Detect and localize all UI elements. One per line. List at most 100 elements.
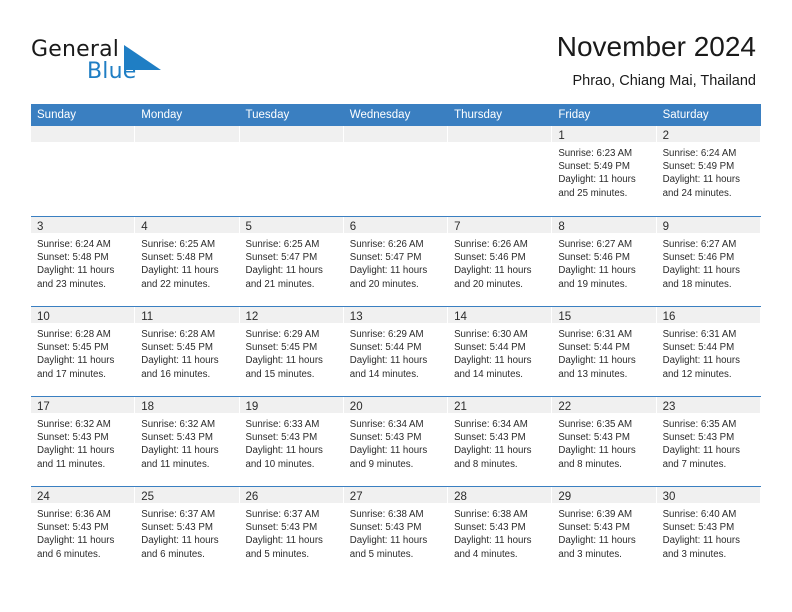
- day-details: Sunrise: 6:28 AM Sunset: 5:45 PM Daylight:…: [135, 323, 239, 381]
- sunrise-text: Sunrise: 6:25 AM: [245, 239, 320, 250]
- daylight-text: Daylight: 11 hours: [662, 535, 740, 547]
- brand-logo[interactable]: General Blue: [31, 37, 201, 87]
- day-cell[interactable]: 9 Sunrise: 6:27 AM Sunset: 5:46 PM Daylight…: [656, 217, 761, 306]
- daylight-text: and 13 minutes.: [558, 368, 628, 380]
- day-cell[interactable]: 27 Sunrise: 6:38 AM Sunset: 5:43 PM Dayligh…: [343, 487, 449, 576]
- day-cell[interactable]: 16 Sunrise: 6:31 AM Sunset: 5:44 PM Dayligh…: [656, 307, 761, 396]
- sunrise-text: Sunrise: 6:34 AM: [454, 419, 528, 430]
- day-cell[interactable]: 12 Sunrise: 6:29 AM Sunset: 5:45 PM Dayligh…: [239, 307, 344, 396]
- sunrise-text: Sunrise: 6:24 AM: [662, 148, 737, 159]
- day-number: 15: [558, 311, 572, 323]
- day-number: 2: [662, 130, 669, 142]
- day-cell[interactable]: 10 Sunrise: 6:28 AM Sunset: 5:45 PM Dayligh…: [31, 307, 136, 396]
- day-number-band: 5: [239, 217, 344, 233]
- sunrise-text: Sunrise: 6:26 AM: [454, 239, 528, 250]
- day-details: Sunrise: 6:38 AM Sunset: 5:43 PM Daylight:…: [344, 503, 448, 561]
- week-cells: 24 Sunrise: 6:36 AM Sunset: 5:43 PM Dayligh…: [31, 487, 761, 576]
- day-cell[interactable]: 29 Sunrise: 6:39 AM Sunset: 5:43 PM Dayligh…: [552, 487, 657, 576]
- day-number-band: [31, 126, 136, 142]
- sunrise-text: Sunrise: 6:32 AM: [37, 419, 111, 430]
- daylight-text: Daylight: 11 hours: [349, 445, 428, 457]
- weekday-header-monday: Monday: [141, 109, 183, 121]
- day-cell[interactable]: 28 Sunrise: 6:38 AM Sunset: 5:43 PM Dayligh…: [448, 487, 553, 576]
- sunrise-text: Sunrise: 6:35 AM: [662, 419, 737, 430]
- daylight-text: Daylight: 11 hours: [349, 355, 428, 367]
- day-cell[interactable]: 1 Sunrise: 6:23 AM Sunset: 5:49 PM Daylight…: [552, 126, 657, 215]
- sunset-text: Sunset: 5:43 PM: [558, 432, 630, 444]
- day-cell[interactable]: 13 Sunrise: 6:29 AM Sunset: 5:44 PM Dayligh…: [343, 307, 449, 396]
- day-cell[interactable]: 20 Sunrise: 6:34 AM Sunset: 5:43 PM Dayligh…: [343, 397, 449, 486]
- day-details: [240, 142, 344, 147]
- day-number-band: [448, 126, 553, 142]
- day-cell[interactable]: 23 Sunrise: 6:35 AM Sunset: 5:43 PM Dayligh…: [656, 397, 761, 486]
- day-cell[interactable]: 8 Sunrise: 6:27 AM Sunset: 5:46 PM Daylight…: [552, 217, 657, 306]
- day-number: 8: [558, 221, 565, 233]
- day-cell[interactable]: 19 Sunrise: 6:33 AM Sunset: 5:43 PM Dayligh…: [239, 397, 344, 486]
- calendar-week-row: 24 Sunrise: 6:36 AM Sunset: 5:43 PM Dayligh…: [31, 486, 761, 576]
- sunset-text: Sunset: 5:43 PM: [245, 432, 318, 444]
- sunset-text: Sunset: 5:46 PM: [558, 252, 630, 264]
- daylight-text: and 11 minutes.: [37, 458, 106, 470]
- day-details: [448, 142, 552, 147]
- day-details: [344, 142, 448, 147]
- day-cell[interactable]: 4 Sunrise: 6:25 AM Sunset: 5:48 PM Daylight…: [135, 217, 240, 306]
- daylight-text: Daylight: 11 hours: [558, 535, 636, 547]
- day-details: Sunrise: 6:26 AM Sunset: 5:47 PM Daylight:…: [344, 233, 448, 291]
- daylight-text: Daylight: 11 hours: [454, 265, 532, 277]
- day-cell[interactable]: 17 Sunrise: 6:32 AM Sunset: 5:43 PM Dayligh…: [31, 397, 136, 486]
- sunrise-text: Sunrise: 6:37 AM: [141, 509, 216, 520]
- day-details: Sunrise: 6:32 AM Sunset: 5:43 PM Daylight:…: [31, 413, 135, 471]
- day-cell[interactable]: 18 Sunrise: 6:32 AM Sunset: 5:43 PM Dayligh…: [135, 397, 240, 486]
- day-cell[interactable]: 26 Sunrise: 6:37 AM Sunset: 5:43 PM Dayligh…: [239, 487, 344, 576]
- calendar-week-row: 17 Sunrise: 6:32 AM Sunset: 5:43 PM Dayligh…: [31, 396, 761, 486]
- day-number-band: 15: [552, 307, 657, 323]
- day-number-band: 21: [448, 397, 553, 413]
- daylight-text: Daylight: 11 hours: [662, 174, 740, 186]
- daylight-text: and 21 minutes.: [245, 278, 315, 290]
- day-cell[interactable]: 15 Sunrise: 6:31 AM Sunset: 5:44 PM Dayligh…: [552, 307, 657, 396]
- day-cell[interactable]: 7 Sunrise: 6:26 AM Sunset: 5:46 PM Daylight…: [448, 217, 553, 306]
- daylight-text: and 4 minutes.: [454, 548, 518, 560]
- day-cell[interactable]: 3 Sunrise: 6:24 AM Sunset: 5:48 PM Daylight…: [31, 217, 136, 306]
- day-number-band: 19: [239, 397, 344, 413]
- weekday-header-saturday: Saturday: [662, 109, 709, 121]
- day-number-band: 30: [656, 487, 761, 503]
- sunrise-text: Sunrise: 6:26 AM: [349, 239, 424, 250]
- day-details: Sunrise: 6:27 AM Sunset: 5:46 PM Daylight:…: [552, 233, 656, 291]
- sunrise-text: Sunrise: 6:35 AM: [558, 419, 633, 430]
- day-cell[interactable]: 14 Sunrise: 6:30 AM Sunset: 5:44 PM Dayligh…: [448, 307, 553, 396]
- sunset-text: Sunset: 5:43 PM: [141, 522, 213, 534]
- day-cell[interactable]: 5 Sunrise: 6:25 AM Sunset: 5:47 PM Daylight…: [239, 217, 344, 306]
- day-cell[interactable]: 21 Sunrise: 6:34 AM Sunset: 5:43 PM Dayligh…: [448, 397, 553, 486]
- day-number-band: [135, 126, 240, 142]
- weekday-header-wednesday: Wednesday: [349, 109, 411, 121]
- day-cell[interactable]: 2 Sunrise: 6:24 AM Sunset: 5:49 PM Daylight…: [656, 126, 761, 215]
- day-details: Sunrise: 6:23 AM Sunset: 5:49 PM Daylight:…: [552, 142, 656, 200]
- page-subtitle: Phrao, Chiang Mai, Thailand: [572, 73, 756, 89]
- day-number: 18: [141, 401, 155, 413]
- day-cell-empty: [31, 126, 136, 215]
- day-details: Sunrise: 6:24 AM Sunset: 5:49 PM Daylight:…: [657, 142, 761, 200]
- sunrise-text: Sunrise: 6:30 AM: [454, 329, 528, 340]
- day-number: 25: [141, 491, 155, 503]
- daylight-text: Daylight: 11 hours: [37, 355, 115, 367]
- day-cell[interactable]: 30 Sunrise: 6:40 AM Sunset: 5:43 PM Dayligh…: [656, 487, 761, 576]
- sunrise-text: Sunrise: 6:28 AM: [141, 329, 216, 340]
- day-cell[interactable]: 6 Sunrise: 6:26 AM Sunset: 5:47 PM Daylight…: [343, 217, 449, 306]
- day-cell[interactable]: 24 Sunrise: 6:36 AM Sunset: 5:43 PM Dayligh…: [31, 487, 136, 576]
- daylight-text: Daylight: 11 hours: [662, 355, 740, 367]
- daylight-text: Daylight: 11 hours: [454, 535, 532, 547]
- daylight-text: and 5 minutes.: [349, 548, 414, 560]
- day-number: 13: [349, 311, 363, 323]
- week-cells: 3 Sunrise: 6:24 AM Sunset: 5:48 PM Daylight…: [31, 217, 761, 306]
- day-cell[interactable]: 25 Sunrise: 6:37 AM Sunset: 5:43 PM Dayligh…: [135, 487, 240, 576]
- day-cell[interactable]: 11 Sunrise: 6:28 AM Sunset: 5:45 PM Dayligh…: [135, 307, 240, 396]
- sunset-text: Sunset: 5:48 PM: [141, 252, 213, 264]
- sunrise-text: Sunrise: 6:27 AM: [662, 239, 737, 250]
- sunset-text: Sunset: 5:45 PM: [141, 342, 213, 354]
- sunset-text: Sunset: 5:43 PM: [141, 432, 213, 444]
- sunset-text: Sunset: 5:43 PM: [349, 522, 422, 534]
- daylight-text: Daylight: 11 hours: [454, 355, 532, 367]
- day-cell[interactable]: 22 Sunrise: 6:35 AM Sunset: 5:43 PM Dayligh…: [552, 397, 657, 486]
- sunset-text: Sunset: 5:44 PM: [349, 342, 422, 354]
